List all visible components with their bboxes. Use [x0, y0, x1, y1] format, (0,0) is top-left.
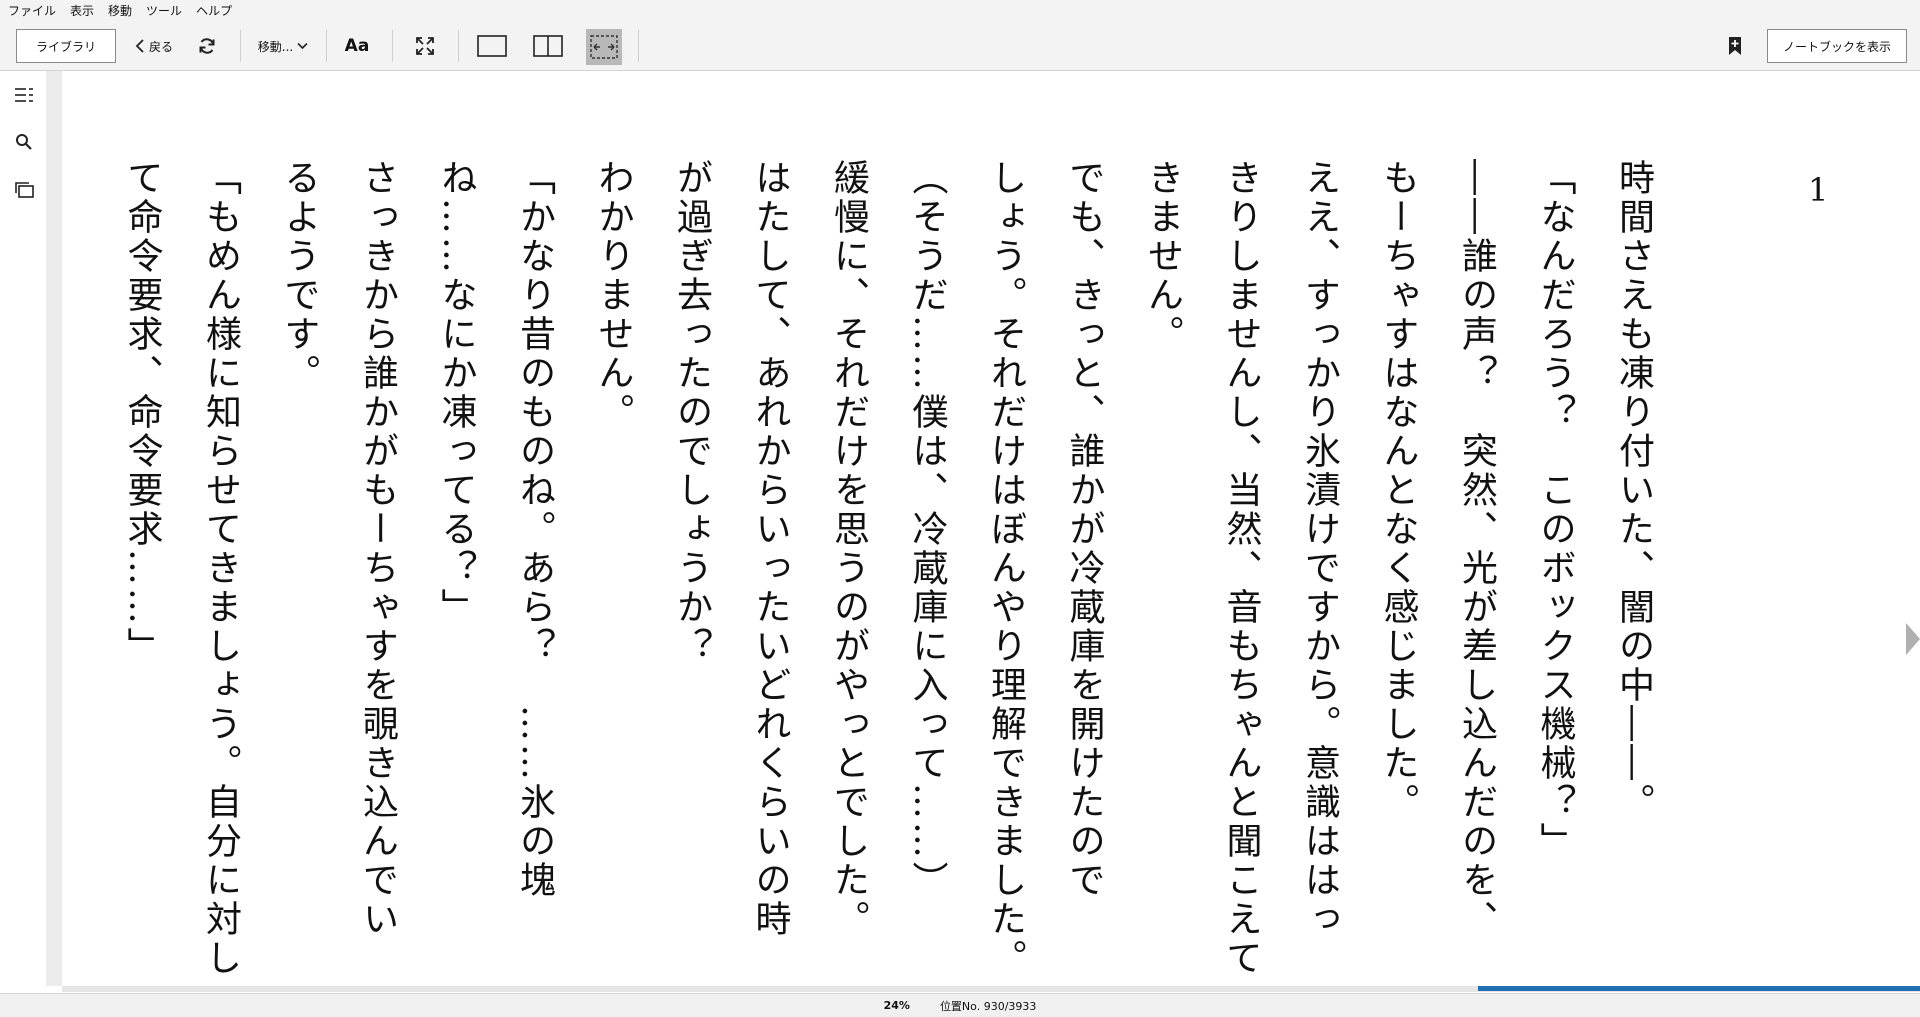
text-line: もーちゃすはなんとなく感じました。	[1377, 159, 1419, 822]
text-line: 「もめん様に知らせてきましょう。自分に対し	[200, 159, 241, 978]
text-line: 時間さえも凍り付いた、闇の中――。	[1613, 159, 1654, 822]
menu-file[interactable]: ファイル	[0, 0, 63, 22]
text-line: はたして、あれからいったいどれくらいの時	[749, 159, 791, 939]
toc-icon	[15, 88, 33, 102]
menu-help[interactable]: ヘルプ	[189, 0, 239, 22]
library-button[interactable]: ライブラリ	[16, 29, 116, 63]
chevron-left-icon	[135, 39, 144, 53]
two-page-icon	[533, 35, 563, 57]
toolbar-divider	[458, 30, 459, 62]
menu-tools[interactable]: ツール	[139, 0, 189, 22]
two-column-button[interactable]	[530, 29, 566, 63]
toolbar-divider	[240, 30, 241, 62]
text-line: きりしませんし、当然、音もちゃんと聞こえて	[1220, 159, 1262, 978]
font-settings-button[interactable]: Aa	[342, 29, 372, 63]
text-line: さっきから誰かがもーちゃすを覗き込んでい	[357, 159, 398, 939]
search-icon	[16, 134, 32, 150]
chevron-down-icon	[297, 42, 308, 50]
text-line: ええ、すっかり氷漬けですから。意識ははっ	[1299, 159, 1340, 939]
text-line: でも、きっと、誰かが冷蔵庫を開けたので	[1063, 159, 1105, 900]
back-button-label: 戻る	[148, 39, 173, 54]
vertical-text-body: 時間さえも凍り付いた、闇の中――。 「なんだろう？ このボックス機械？」 ――誰…	[102, 159, 1672, 986]
show-notebook-label: ノートブックを表示	[1782, 39, 1891, 54]
reading-pane[interactable]: 1 時間さえも凍り付いた、闇の中――。 「なんだろう？ このボックス機械？」 ―…	[62, 71, 1920, 986]
single-column-button[interactable]	[474, 29, 510, 63]
bookmark-add-icon	[1729, 37, 1741, 55]
text-line: きません。	[1142, 159, 1183, 354]
page-gutter	[46, 71, 62, 986]
back-button[interactable]: 戻る	[128, 29, 180, 63]
toolbar-divider	[638, 30, 639, 62]
full-width-button[interactable]	[586, 29, 622, 65]
single-page-icon	[477, 35, 507, 57]
font-settings-label: Aa	[344, 36, 370, 56]
text-line: わかりません。	[592, 159, 634, 432]
reading-progress-fill	[1478, 986, 1920, 991]
fullscreen-icon	[416, 37, 434, 55]
add-bookmark-button[interactable]	[1720, 29, 1750, 63]
fit-width-icon	[590, 35, 618, 59]
toolbar-divider	[392, 30, 393, 62]
text-line: 緩慢に、それだけを思うのがやっとでした。	[828, 159, 869, 939]
left-sidebar	[0, 71, 46, 996]
table-of-contents-button[interactable]	[12, 83, 36, 107]
menu-view[interactable]: 表示	[63, 0, 101, 22]
text-line: ――誰の声？ 突然、光が差し込んだのを、	[1456, 159, 1497, 939]
toolbar-divider	[326, 30, 327, 62]
text-line: 「なんだろう？ このボックス機械？」	[1534, 159, 1576, 861]
goto-dropdown[interactable]: 移動...	[250, 29, 316, 63]
text-line: しょう。それだけはぼんやり理解できました。	[985, 159, 1026, 978]
sync-button[interactable]	[192, 29, 222, 63]
menu-go[interactable]: 移動	[101, 0, 139, 22]
flashcards-button[interactable]	[12, 178, 36, 202]
refresh-icon	[199, 38, 215, 54]
toolbar: ライブラリ 戻る 移動... Aa ノートブックを表示	[0, 22, 1920, 71]
text-line: 「かなり昔のものね。あら？ ……氷の塊	[514, 159, 555, 900]
next-page-arrow-icon[interactable]	[1906, 623, 1920, 655]
search-button[interactable]	[12, 130, 36, 154]
location-indicator: 位置No. 930/3933	[939, 999, 1037, 1013]
text-line: ね……なにか凍ってる？」	[435, 159, 477, 627]
show-notebook-button[interactable]: ノートブックを表示	[1767, 29, 1907, 63]
status-bar: 24% 位置No. 930/3933	[0, 993, 1920, 1017]
library-button-label: ライブラリ	[35, 39, 96, 54]
text-line: て命令要求、命令要求……」	[121, 159, 163, 666]
menu-bar: ファイル 表示 移動 ツール ヘルプ	[0, 0, 1920, 22]
fullscreen-button[interactable]	[410, 29, 440, 63]
text-line: （そうだ……僕は、冷蔵庫に入って……）	[906, 159, 948, 900]
text-line: るようです。	[278, 159, 320, 393]
goto-dropdown-label: 移動...	[257, 39, 294, 54]
chapter-number: 1	[1808, 171, 1829, 209]
text-line: が過ぎ去ったのでしょうか？	[671, 159, 712, 666]
flashcards-icon	[15, 182, 34, 198]
reading-percent: 24%	[883, 999, 910, 1012]
